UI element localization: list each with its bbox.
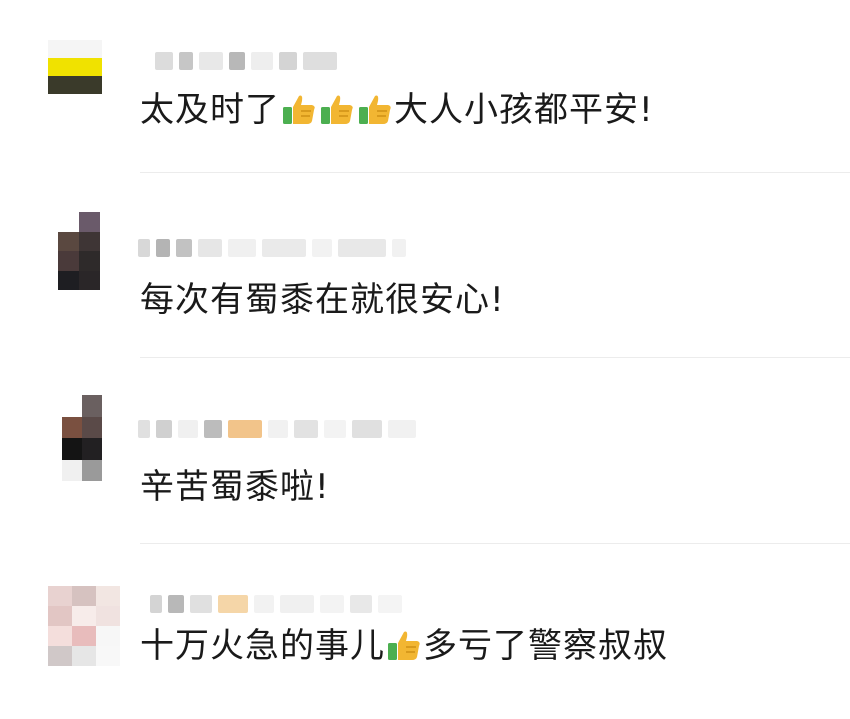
comment-text-before: 十万火急的事儿 — [140, 626, 385, 666]
username-blurred[interactable] — [155, 47, 337, 75]
avatar[interactable] — [48, 586, 120, 666]
divider — [140, 543, 850, 544]
thumbs-up-icon — [281, 91, 317, 127]
avatar[interactable] — [48, 40, 102, 94]
comment-text: 十万火急的事儿 多亏了警察叔叔 — [140, 624, 668, 668]
avatar[interactable] — [62, 395, 102, 481]
comment-text: 辛苦蜀黍啦! — [140, 465, 330, 509]
comment-text-before: 辛苦蜀黍啦! — [140, 467, 330, 507]
username-blurred[interactable] — [138, 234, 406, 262]
comment-text: 太及时了 大人小孩都平安! — [140, 88, 654, 132]
comment-text-after: 多亏了警察叔叔 — [423, 626, 668, 666]
avatar[interactable] — [58, 212, 100, 290]
username-blurred[interactable] — [138, 415, 416, 443]
comment-text-before: 太及时了 — [140, 90, 280, 130]
divider — [140, 357, 850, 358]
comment-text-after: 大人小孩都平安! — [394, 90, 654, 130]
thumbs-up-icon — [319, 91, 355, 127]
divider — [140, 172, 850, 173]
comment-text: 每次有蜀黍在就很安心! — [140, 278, 505, 322]
comment-text-before: 每次有蜀黍在就很安心! — [140, 280, 505, 320]
thumbs-up-icon — [357, 91, 393, 127]
thumbs-up-icon — [386, 627, 422, 663]
username-blurred[interactable] — [150, 590, 402, 618]
